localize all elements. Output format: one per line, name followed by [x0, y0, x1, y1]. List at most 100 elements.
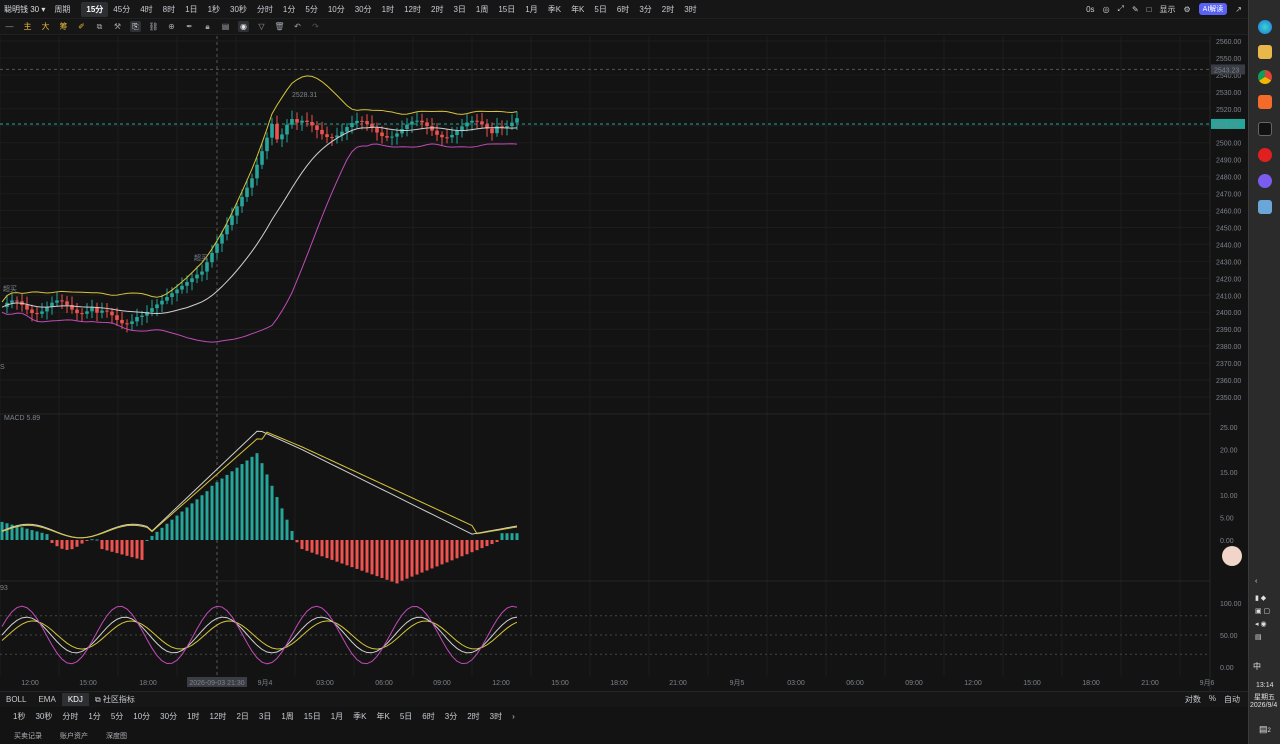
timeframe-tab[interactable]: 3日	[448, 2, 470, 17]
folder-icon[interactable]	[1258, 45, 1272, 59]
bottom-timeframe-tab[interactable]: 30秒	[30, 709, 57, 724]
filter-icon[interactable]: ▽	[256, 21, 267, 32]
timeframe-tab[interactable]: 1秒	[203, 2, 225, 17]
timeframe-tab[interactable]: 12时	[399, 2, 426, 17]
bottom-timeframe-tab[interactable]: 10分	[128, 709, 155, 724]
timeframe-tab[interactable]: 3分	[634, 2, 656, 17]
bottom-timeframe-tab[interactable]: 1时	[182, 709, 204, 724]
settings-icon[interactable]: ⚙	[1184, 5, 1191, 14]
bottom-timeframe-tab[interactable]: 1周	[276, 709, 298, 724]
bottom-timeframe-tab[interactable]: 5日	[395, 709, 417, 724]
compare-icon[interactable]: ⧉	[94, 21, 105, 32]
timeframe-tab[interactable]: 2时	[426, 2, 448, 17]
timeframe-tab[interactable]: 1时	[377, 2, 399, 17]
bottom-timeframe-tab[interactable]: 12时	[205, 709, 232, 724]
timeframe-tab[interactable]: 1周	[471, 2, 493, 17]
timeframe-tab[interactable]: 45分	[108, 2, 135, 17]
timeframe-tab[interactable]: 8时	[158, 2, 180, 17]
bottom-timeframe-tab[interactable]: 5分	[106, 709, 128, 724]
zoom-icon[interactable]: ⊕	[166, 21, 177, 32]
more-timeframes-icon[interactable]: ›	[507, 710, 520, 723]
edge-icon[interactable]	[1258, 20, 1272, 34]
trading-app-icon[interactable]	[1258, 122, 1272, 136]
timeframe-tab[interactable]: 分时	[252, 2, 278, 17]
indicator-tab[interactable]: EMA	[32, 693, 61, 706]
period-dropdown[interactable]: 周期	[49, 2, 75, 17]
timeframe-tab[interactable]: 10分	[323, 2, 350, 17]
timeframe-tab[interactable]: 2时	[657, 2, 679, 17]
eye-icon[interactable]: ◉	[238, 21, 249, 32]
notification-icon[interactable]: ▤2	[1259, 724, 1271, 735]
bottom-timeframe-tab[interactable]: 30分	[155, 709, 182, 724]
timeframe-tab[interactable]: 1月	[520, 2, 542, 17]
netease-icon[interactable]	[1258, 148, 1272, 162]
chrome-icon[interactable]	[1258, 70, 1272, 84]
ai-button[interactable]: AI解读	[1198, 3, 1228, 15]
lock-icon[interactable]: 🔒︎	[202, 21, 213, 32]
tray-icons[interactable]: ▮ ◆ ▣ ▢ ◂ ◉ ▤	[1255, 592, 1270, 644]
bottom-timeframe-tab[interactable]: 1秒	[8, 709, 30, 724]
indicator-tab[interactable]: BOLL	[0, 693, 32, 706]
bottom-timeframe-tab[interactable]: 3日	[254, 709, 276, 724]
collapse-icon[interactable]: —	[4, 21, 15, 32]
link-icon[interactable]: ⛓	[148, 21, 159, 32]
chart-canvas[interactable]: 2560.002550.002540.002530.002520.002510.…	[0, 36, 1248, 691]
timeframe-tab[interactable]: 季K	[543, 2, 566, 17]
fullscreen-icon[interactable]: □	[1147, 5, 1152, 14]
timeframe-tab[interactable]: 5日	[589, 2, 611, 17]
user-avatar[interactable]	[1222, 546, 1242, 566]
timeframe-tab[interactable]: 30秒	[225, 2, 252, 17]
tool-icon[interactable]: ⚒	[112, 21, 123, 32]
messenger-icon[interactable]	[1258, 174, 1272, 188]
chip-icon[interactable]: 筹	[58, 21, 69, 32]
bottom-tab[interactable]: 深度图	[106, 731, 127, 741]
bottom-timeframe-tab[interactable]: 2时	[462, 709, 484, 724]
timeframe-tab[interactable]: 30分	[350, 2, 377, 17]
app-orange-icon[interactable]	[1258, 95, 1272, 109]
bottom-timeframe-tab[interactable]: 分时	[57, 709, 83, 724]
trash-icon[interactable]: 🗑︎	[274, 21, 285, 32]
notes-icon[interactable]	[1258, 200, 1272, 214]
community-indicator-button[interactable]: ⧉ 社区指标	[89, 692, 141, 707]
ime-indicator[interactable]: 中	[1253, 661, 1261, 672]
main-indicator-icon[interactable]: 主	[22, 21, 33, 32]
bottom-timeframe-tab[interactable]: 年K	[372, 709, 395, 724]
share-icon[interactable]: ↗	[1235, 5, 1242, 14]
bottom-timeframe-tab[interactable]: 1分	[83, 709, 105, 724]
bottom-timeframe-tab[interactable]: 2日	[231, 709, 253, 724]
percent-scale-button[interactable]: %	[1209, 694, 1216, 705]
clock-time[interactable]: 13:14	[1256, 682, 1274, 689]
timeframe-tab[interactable]: 1分	[278, 2, 300, 17]
bottom-tab[interactable]: 买卖记录	[14, 731, 42, 741]
display-menu[interactable]: 显示	[1160, 4, 1176, 15]
bottom-timeframe-tab[interactable]: 3分	[440, 709, 462, 724]
undo-icon[interactable]: ↶	[292, 21, 303, 32]
timeframe-tab[interactable]: 15分	[81, 1, 109, 17]
expand-icon[interactable]: ⤢	[1118, 4, 1124, 14]
auto-scale-button[interactable]: 自动	[1224, 694, 1240, 705]
pen-icon[interactable]: ✒	[184, 21, 195, 32]
log-scale-button[interactable]: 对数	[1185, 694, 1201, 705]
camera-icon[interactable]: ◎	[1103, 5, 1110, 14]
timeframe-tab[interactable]: 15日	[493, 2, 520, 17]
timeframe-tab[interactable]: 3时	[679, 2, 701, 17]
indicator-tab[interactable]: KDJ	[61, 693, 89, 706]
bottom-tab[interactable]: 账户资产	[60, 731, 88, 741]
bottom-timeframe-tab[interactable]: 15日	[299, 709, 326, 724]
timeframe-tab[interactable]: 4时	[135, 2, 157, 17]
price-chart[interactable]: 2560.002550.002540.002530.002520.002510.…	[0, 36, 1248, 691]
timeframe-tab[interactable]: 年K	[566, 2, 589, 17]
tray-chevron-icon[interactable]: ‹	[1255, 578, 1257, 585]
bottom-timeframe-tab[interactable]: 季K	[348, 709, 371, 724]
redo-icon[interactable]: ↷	[310, 21, 321, 32]
timeframe-tab[interactable]: 1日	[180, 2, 202, 17]
brush-icon[interactable]: ✐	[76, 21, 87, 32]
edit-icon[interactable]: ✎	[1132, 5, 1139, 14]
bottom-timeframe-tab[interactable]: 1月	[326, 709, 348, 724]
bottom-timeframe-tab[interactable]: 6时	[417, 709, 439, 724]
bottom-timeframe-tab[interactable]: 3时	[485, 709, 507, 724]
layers-icon[interactable]: ▤	[220, 21, 231, 32]
timeframe-tab[interactable]: 6时	[612, 2, 634, 17]
app-title[interactable]: 聪明钱 30 ▾	[0, 4, 49, 15]
timeframe-tab[interactable]: 5分	[300, 2, 322, 17]
